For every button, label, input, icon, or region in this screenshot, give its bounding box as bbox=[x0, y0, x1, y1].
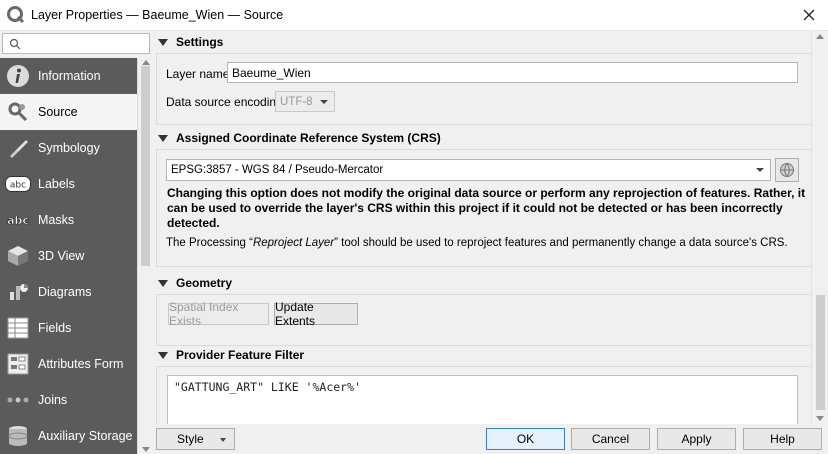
settings-header[interactable]: Settings bbox=[153, 31, 811, 53]
note-text: The Processing “ bbox=[166, 237, 253, 249]
sidebar-item-joins[interactable]: Joins bbox=[0, 382, 137, 418]
geometry-header[interactable]: Geometry bbox=[153, 272, 811, 294]
sidebar-item-diagrams[interactable]: Diagrams bbox=[0, 274, 137, 310]
sidebar-item-attributes-form[interactable]: Attributes Form bbox=[0, 346, 137, 382]
reproject-tool-name: Reproject Layer bbox=[252, 237, 335, 249]
sidebar-item-label: Auxiliary Storage bbox=[38, 429, 133, 443]
sidebar-nav: Information Source Symbology abc Labels … bbox=[0, 58, 137, 454]
sidebar-item-labels[interactable]: abc Labels bbox=[0, 166, 137, 202]
sidebar-item-information[interactable]: Information bbox=[0, 58, 137, 94]
cancel-button[interactable]: Cancel bbox=[571, 428, 650, 450]
spatial-index-button[interactable]: Spatial Index Exists bbox=[168, 300, 269, 328]
crs-warning: Changing this option does not modify the… bbox=[167, 186, 807, 231]
crs-warning-line: detected. bbox=[167, 216, 220, 230]
crs-value: EPSG:3857 - WGS 84 / Pseudo-Mercator bbox=[171, 164, 384, 176]
encoding-select[interactable]: UTF-8 bbox=[275, 91, 335, 112]
search-icon bbox=[9, 38, 21, 50]
crs-warning-line: Changing this option does not modify the… bbox=[167, 186, 806, 200]
auxiliary-storage-icon bbox=[5, 423, 31, 449]
section-title: Settings bbox=[176, 35, 224, 49]
title-bar: Layer Properties — Baeume_Wien — Source bbox=[0, 0, 828, 31]
masks-abc-icon: abc bbox=[5, 207, 31, 233]
sidebar-item-label: Information bbox=[38, 69, 101, 83]
symbology-brush-icon bbox=[5, 135, 31, 161]
svg-text:abc: abc bbox=[10, 181, 26, 191]
help-button[interactable]: Help bbox=[743, 428, 822, 450]
close-icon[interactable] bbox=[800, 6, 818, 24]
sidebar-item-auxiliary-storage[interactable]: Auxiliary Storage bbox=[0, 418, 137, 454]
crs-selector-button[interactable] bbox=[775, 158, 799, 182]
diagrams-icon bbox=[5, 279, 31, 305]
filter-header[interactable]: Provider Feature Filter bbox=[153, 344, 811, 366]
sidebar-item-label: Symbology bbox=[38, 141, 100, 155]
sidebar-item-label: Labels bbox=[38, 177, 75, 191]
joins-icon bbox=[5, 387, 31, 413]
scroll-down-icon[interactable] bbox=[142, 447, 150, 452]
window-title: Layer Properties — Baeume_Wien — Source bbox=[31, 8, 284, 22]
attributes-form-icon bbox=[5, 351, 31, 377]
main-scrollbar[interactable] bbox=[811, 31, 828, 424]
ok-button[interactable]: OK bbox=[486, 428, 565, 450]
globe-icon bbox=[780, 163, 794, 177]
fields-table-icon bbox=[5, 315, 31, 341]
sidebar-item-label: Joins bbox=[38, 393, 68, 407]
main-scroll-thumb[interactable] bbox=[816, 295, 825, 410]
information-icon bbox=[5, 63, 31, 89]
sidebar-item-label: Fields bbox=[38, 321, 72, 335]
section-title: Provider Feature Filter bbox=[176, 348, 305, 362]
crs-select[interactable]: EPSG:3857 - WGS 84 / Pseudo-Mercator bbox=[166, 159, 771, 181]
crs-header[interactable]: Assigned Coordinate Reference System (CR… bbox=[153, 127, 811, 149]
collapse-triangle-icon bbox=[158, 134, 168, 142]
sidebar-item-label: 3D View bbox=[38, 249, 85, 263]
collapse-triangle-icon bbox=[158, 279, 168, 287]
sidebar-item-label: Attributes Form bbox=[38, 357, 124, 371]
labels-abc-icon: abc bbox=[5, 171, 31, 197]
sidebar-item-label: Source bbox=[38, 105, 78, 119]
note-text: ” tool should be used to reproject featu… bbox=[334, 237, 788, 249]
chevron-down-icon bbox=[220, 438, 226, 442]
qgis-logo-icon bbox=[7, 6, 25, 24]
style-label: Style bbox=[177, 432, 204, 446]
search-input[interactable] bbox=[2, 33, 150, 54]
chevron-down-icon bbox=[320, 100, 328, 104]
sidebar-item-3d-view[interactable]: 3D View bbox=[0, 238, 137, 274]
style-menu-button[interactable]: Style bbox=[156, 428, 235, 450]
scroll-down-icon[interactable] bbox=[816, 416, 824, 421]
3d-cube-icon bbox=[5, 243, 31, 269]
encoding-label: Data source encoding bbox=[166, 95, 283, 109]
crs-warning-line: can be used to override the layer's CRS … bbox=[167, 201, 783, 215]
crs-processing-note: The Processing “Reproject Layer” tool sh… bbox=[166, 237, 788, 249]
layer-name-label: Layer name bbox=[166, 67, 230, 81]
sidebar-item-label: Diagrams bbox=[38, 285, 92, 299]
collapse-triangle-icon bbox=[158, 38, 168, 46]
sidebar-item-masks[interactable]: abc Masks bbox=[0, 202, 137, 238]
sidebar-item-fields[interactable]: Fields bbox=[0, 310, 137, 346]
chevron-down-icon bbox=[756, 168, 764, 172]
svg-text:abc: abc bbox=[7, 214, 29, 227]
source-wrench-icon bbox=[5, 99, 31, 125]
sidebar-item-source[interactable]: Source bbox=[0, 94, 137, 130]
collapse-triangle-icon bbox=[158, 351, 168, 359]
sidebar-item-symbology[interactable]: Symbology bbox=[0, 130, 137, 166]
encoding-value: UTF-8 bbox=[280, 95, 313, 108]
filter-expression-box[interactable]: "GATTUNG_ART" LIKE '%Acer%' bbox=[167, 375, 798, 424]
scroll-up-icon[interactable] bbox=[816, 34, 824, 39]
scroll-up-icon[interactable] bbox=[142, 60, 150, 65]
source-panel: Settings Layer name Baeume_Wien Data sou… bbox=[153, 31, 811, 424]
button-bar: Style OK Cancel Apply Help bbox=[153, 424, 828, 454]
section-title: Assigned Coordinate Reference System (CR… bbox=[176, 131, 441, 145]
sidebar-scroll-thumb[interactable] bbox=[141, 66, 150, 266]
sidebar: Information Source Symbology abc Labels … bbox=[0, 31, 152, 454]
section-title: Geometry bbox=[176, 276, 233, 290]
apply-button[interactable]: Apply bbox=[657, 428, 736, 450]
update-extents-button[interactable]: Update Extents bbox=[274, 300, 358, 328]
sidebar-item-label: Masks bbox=[38, 213, 75, 227]
sidebar-scrollbar[interactable] bbox=[137, 58, 152, 454]
layer-name-input[interactable]: Baeume_Wien bbox=[227, 62, 798, 83]
